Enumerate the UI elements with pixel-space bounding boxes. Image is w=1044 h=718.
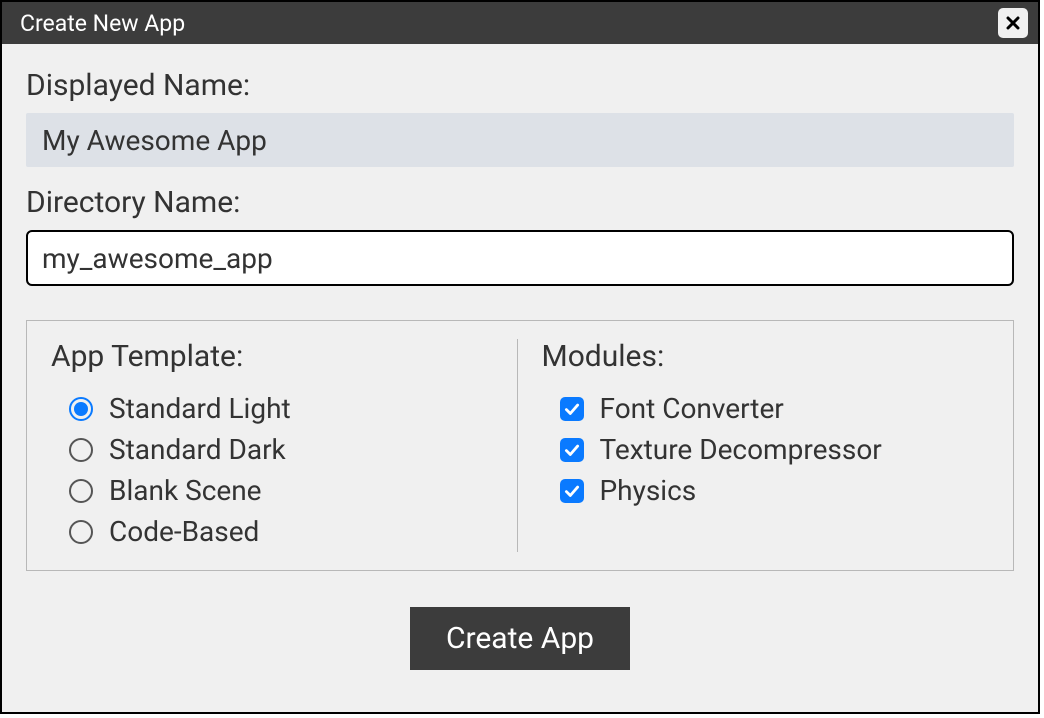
- template-group-label: App Template:: [51, 339, 499, 374]
- dialog-window: Create New App Displayed Name: My Awesom…: [0, 0, 1040, 714]
- radio-icon: [69, 479, 93, 503]
- modules-group-label: Modules:: [542, 339, 990, 374]
- module-option-label: Physics: [600, 474, 697, 507]
- template-option-standard-light[interactable]: Standard Light: [51, 388, 499, 429]
- template-option-label: Standard Dark: [109, 433, 286, 466]
- checkbox-icon: [560, 438, 584, 462]
- radio-icon: [69, 397, 93, 421]
- window-title: Create New App: [20, 10, 185, 37]
- dialog-footer: Create App: [26, 607, 1014, 670]
- checkbox-icon: [560, 397, 584, 421]
- module-option-physics[interactable]: Physics: [542, 470, 990, 511]
- module-option-font-converter[interactable]: Font Converter: [542, 388, 990, 429]
- template-column: App Template: Standard Light Standard Da…: [45, 339, 518, 552]
- create-app-button[interactable]: Create App: [410, 607, 630, 670]
- directory-name-input[interactable]: [26, 230, 1014, 286]
- options-panel: App Template: Standard Light Standard Da…: [26, 320, 1014, 571]
- close-icon: [1005, 10, 1021, 37]
- modules-column: Modules: Font Converter Texture Decompre…: [518, 339, 996, 552]
- radio-icon: [69, 438, 93, 462]
- template-option-label: Blank Scene: [109, 474, 262, 507]
- module-option-texture-decompressor[interactable]: Texture Decompressor: [542, 429, 990, 470]
- radio-icon: [69, 520, 93, 544]
- module-option-label: Texture Decompressor: [600, 433, 882, 466]
- directory-name-label: Directory Name:: [26, 185, 1014, 220]
- close-button[interactable]: [998, 8, 1028, 38]
- displayed-name-value: My Awesome App: [26, 113, 1014, 167]
- titlebar: Create New App: [2, 2, 1038, 44]
- template-option-standard-dark[interactable]: Standard Dark: [51, 429, 499, 470]
- checkbox-icon: [560, 479, 584, 503]
- template-option-blank-scene[interactable]: Blank Scene: [51, 470, 499, 511]
- template-option-code-based[interactable]: Code-Based: [51, 511, 499, 552]
- module-option-label: Font Converter: [600, 392, 784, 425]
- template-option-label: Code-Based: [109, 515, 259, 548]
- displayed-name-label: Displayed Name:: [26, 68, 1014, 103]
- template-option-label: Standard Light: [109, 392, 291, 425]
- dialog-content: Displayed Name: My Awesome App Directory…: [2, 44, 1038, 712]
